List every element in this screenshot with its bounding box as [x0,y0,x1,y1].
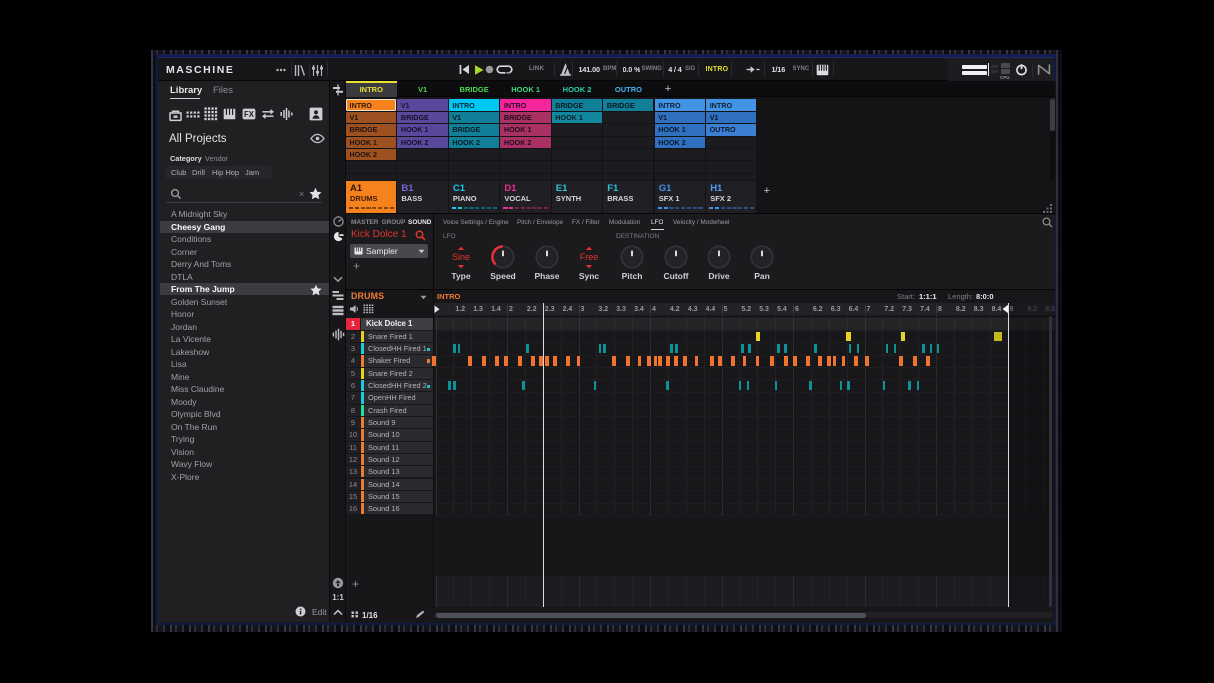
svg-text:FX: FX [244,110,255,119]
